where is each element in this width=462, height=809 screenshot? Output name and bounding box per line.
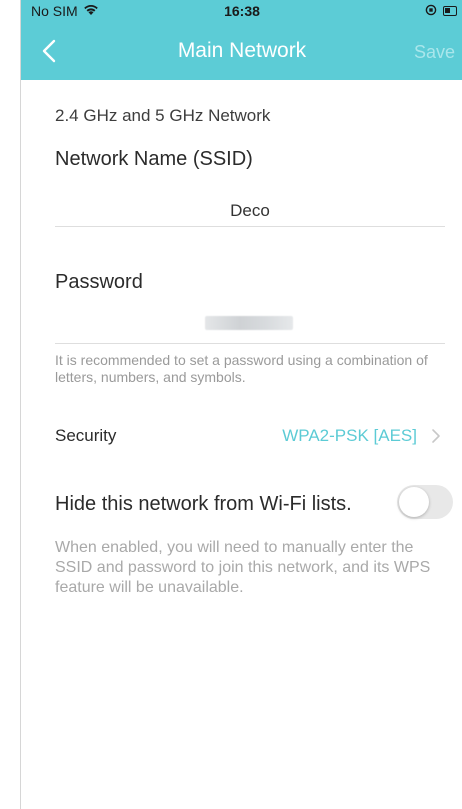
page-title: Main Network — [177, 39, 307, 62]
status-right — [425, 3, 457, 19]
save-button[interactable]: Save — [414, 42, 455, 63]
status-time: 16:38 — [224, 3, 260, 19]
security-row[interactable]: Security WPA2-PSK [AES] — [55, 426, 445, 450]
hide-network-label: Hide this network from Wi-Fi lists. — [55, 493, 352, 515]
app-frame: No SIM 16:38 Main Network Save 2.4 GHz a… — [20, 0, 462, 809]
ssid-underline — [55, 226, 445, 227]
nav-bar: Main Network Save — [21, 22, 462, 80]
password-label: Password — [55, 271, 143, 293]
ssid-input[interactable]: Deco — [55, 201, 445, 221]
ssid-label: Network Name (SSID) — [55, 148, 253, 170]
battery-icon — [443, 6, 457, 16]
hide-network-hint: When enabled, you will need to manually … — [55, 539, 431, 596]
hide-network-toggle[interactable] — [397, 485, 453, 519]
band-label: 2.4 GHz and 5 GHz Network — [55, 106, 271, 125]
security-label: Security — [55, 426, 117, 445]
password-hint: It is recommended to set a password usin… — [55, 352, 428, 385]
orientation-lock-icon — [425, 3, 437, 19]
toggle-knob — [399, 487, 429, 517]
password-input[interactable] — [205, 316, 293, 330]
security-value: WPA2-PSK [AES] — [282, 426, 417, 445]
password-underline — [55, 343, 445, 344]
chevron-right-icon — [431, 428, 441, 449]
status-bar: No SIM 16:38 — [21, 0, 462, 22]
